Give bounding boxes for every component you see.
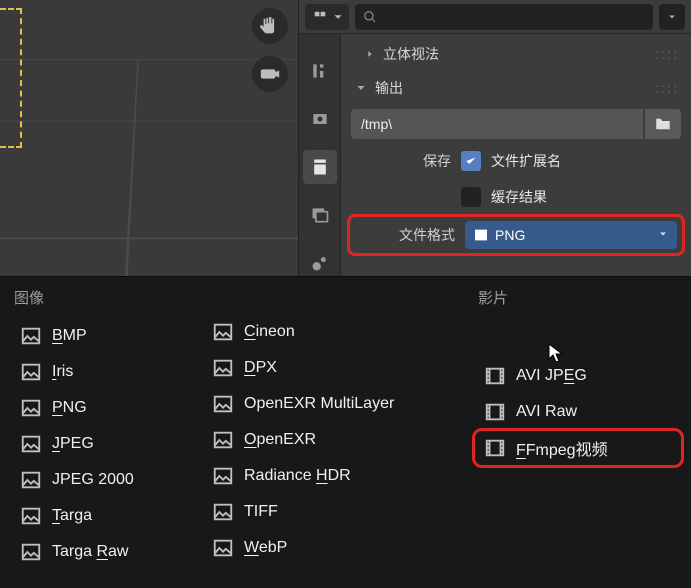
drag-handle-icon[interactable]: :::: [655, 80, 681, 96]
properties-panel: 立体视法 :::: 输出 :::: /tmp\ 保存 [298, 0, 691, 282]
format-option[interactable]: TIFF [206, 498, 456, 526]
tab-scene[interactable] [303, 246, 337, 280]
format-option[interactable]: OpenEXR [206, 426, 456, 454]
browse-folder-button[interactable] [645, 109, 681, 139]
format-label: OpenEXR MultiLayer [244, 395, 394, 413]
file-format-dropdown[interactable]: PNG [465, 221, 677, 249]
save-label: 保存 [351, 151, 451, 171]
format-label: Targa Raw [52, 543, 128, 561]
drag-handle-icon[interactable]: :::: [655, 46, 681, 62]
panel-stereoscopy-label: 立体视法 [383, 44, 439, 64]
format-option[interactable]: OpenEXR MultiLayer [206, 390, 456, 418]
file-extensions-label: 文件扩展名 [491, 151, 561, 171]
output-path-input[interactable]: /tmp\ [351, 109, 643, 139]
file-format-label: 文件格式 [355, 225, 455, 245]
format-option[interactable]: JPEG 2000 [14, 466, 184, 494]
format-label: BMP [52, 327, 87, 345]
camera-view-button[interactable] [252, 56, 288, 92]
heading-movie: 影片 [478, 287, 678, 308]
format-option[interactable]: FFmpeg视频 [478, 434, 678, 462]
viewport-3d[interactable] [0, 0, 298, 280]
check-icon [464, 154, 478, 168]
search-input[interactable] [355, 4, 653, 30]
pan-view-button[interactable] [252, 8, 288, 44]
panel-output-header[interactable]: 输出 :::: [351, 74, 681, 102]
output-path-value: /tmp\ [361, 116, 392, 132]
format-label: AVI Raw [516, 403, 577, 421]
file-format-menu: 图像 BMP Iris PNG JPEG JPEG 2000 Targa Targa Raw… [0, 276, 691, 588]
format-label: FFmpeg视频 [516, 436, 608, 460]
format-label: AVI JPEG [516, 367, 587, 385]
format-option[interactable]: Targa [14, 502, 184, 530]
format-option[interactable]: WebP [206, 534, 456, 562]
image-icon [473, 227, 489, 243]
cache-result-checkbox[interactable] [461, 187, 481, 207]
format-label: PNG [52, 399, 87, 417]
format-option[interactable]: Radiance HDR [206, 462, 456, 490]
format-option[interactable]: AVI Raw [478, 398, 678, 426]
grid-floor [0, 59, 298, 280]
format-option[interactable]: JPEG [14, 430, 184, 458]
format-label: Iris [52, 363, 73, 381]
file-format-row: 文件格式 PNG [351, 218, 681, 252]
search-icon [363, 10, 377, 24]
cache-result-label: 缓存结果 [491, 187, 547, 207]
properties-header [299, 0, 691, 34]
format-label: WebP [244, 539, 287, 557]
column-image-1: 图像 BMP Iris PNG JPEG JPEG 2000 Targa Targa Raw [14, 287, 184, 576]
chevron-down-icon [355, 82, 367, 94]
tab-render[interactable] [303, 102, 337, 136]
format-label: OpenEXR [244, 431, 316, 449]
tab-output[interactable] [303, 150, 337, 184]
format-label: Radiance HDR [244, 467, 351, 485]
format-label: TIFF [244, 503, 278, 521]
format-label: JPEG [52, 435, 94, 453]
format-option[interactable]: Targa Raw [14, 538, 184, 566]
options-dropdown[interactable] [659, 4, 685, 30]
format-option[interactable]: BMP [14, 322, 184, 350]
panel-stereoscopy[interactable]: 立体视法 :::: [351, 40, 681, 68]
column-image-2: . CineonDPXOpenEXR MultiLayerOpenEXRRadi… [206, 287, 456, 576]
heading-image: 图像 [14, 287, 184, 308]
column-movie: 影片 AVI JPEG AVI Raw FFmpeg视频 [478, 287, 678, 576]
folder-icon [654, 115, 672, 133]
format-label: Targa [52, 507, 92, 525]
format-option[interactable]: Iris [14, 358, 184, 386]
tab-viewlayer[interactable] [303, 198, 337, 232]
format-option[interactable]: PNG [14, 394, 184, 422]
file-extensions-checkbox[interactable] [461, 151, 481, 171]
format-label: DPX [244, 359, 277, 377]
editor-type-dropdown[interactable] [305, 4, 349, 30]
chevron-down-icon [657, 227, 669, 243]
search-field[interactable] [383, 9, 645, 25]
format-label: Cineon [244, 323, 295, 341]
format-option[interactable]: Cineon [206, 318, 456, 346]
format-option[interactable]: AVI JPEG [478, 362, 678, 390]
file-format-value: PNG [495, 227, 525, 243]
tab-tool[interactable] [303, 54, 337, 88]
panel-output-label: 输出 [375, 78, 403, 98]
format-option[interactable]: DPX [206, 354, 456, 382]
properties-tabs [299, 34, 341, 282]
chevron-right-icon [365, 49, 375, 59]
format-label: JPEG 2000 [52, 471, 134, 489]
